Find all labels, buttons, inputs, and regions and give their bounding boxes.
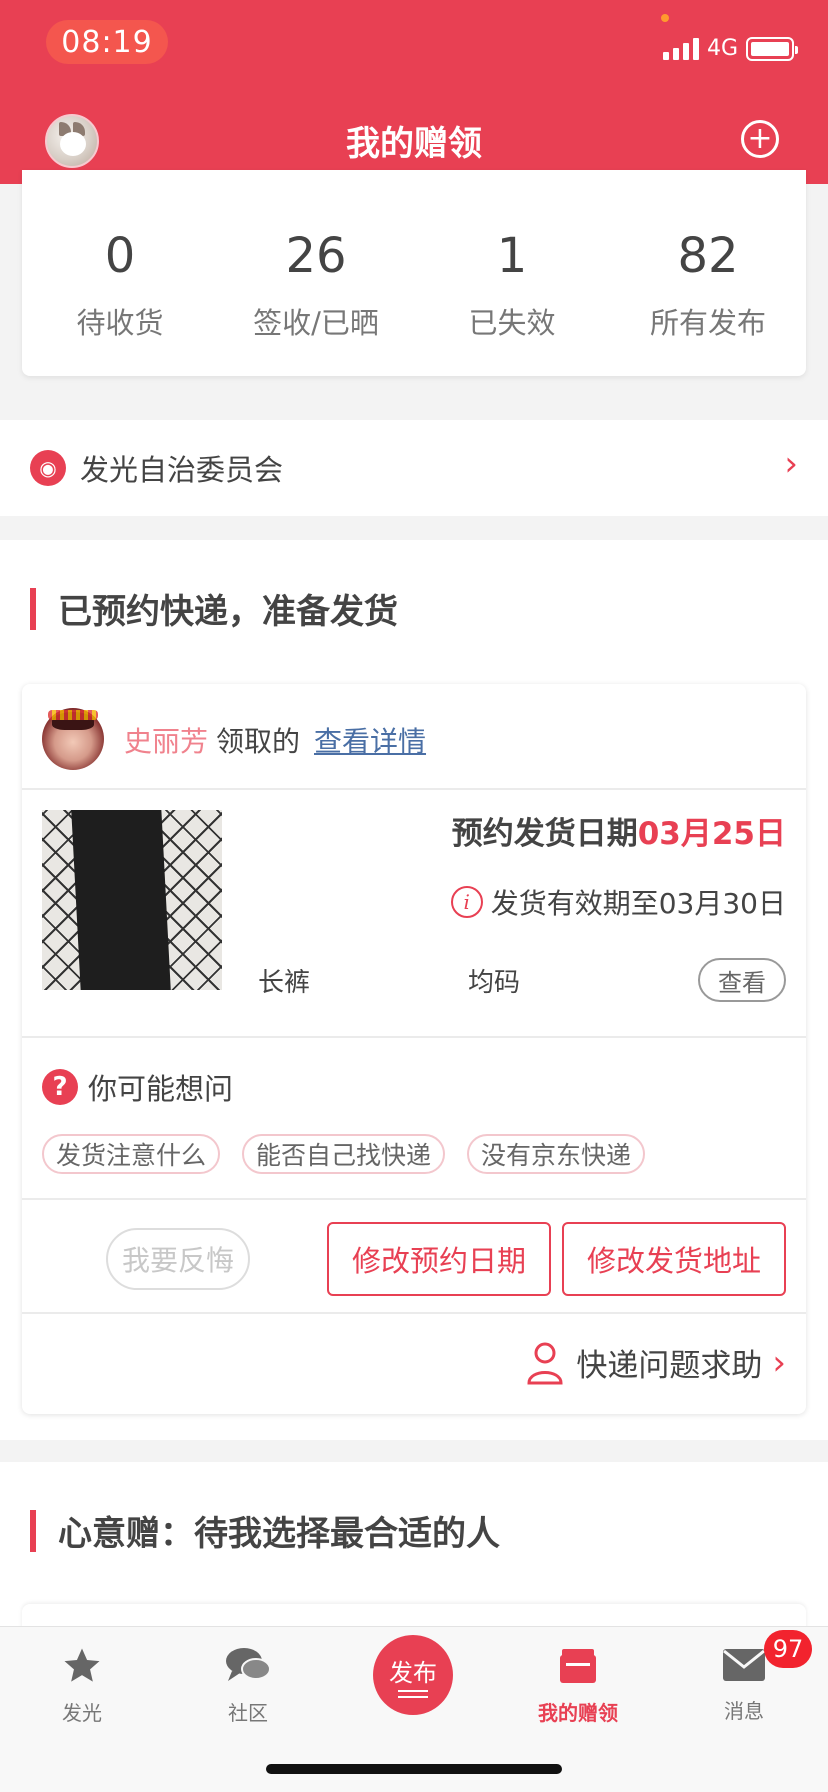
change-date-button[interactable]: 修改预约日期 bbox=[327, 1222, 551, 1296]
product-name: 长裤 bbox=[258, 968, 311, 998]
committee-label: 发光自治委员会 bbox=[80, 453, 284, 487]
person-icon bbox=[527, 1342, 563, 1384]
privacy-indicator-dot bbox=[661, 14, 669, 22]
stat-signed-shared[interactable]: 26 签收/已晒 bbox=[218, 232, 414, 376]
divider bbox=[22, 1312, 806, 1314]
network-label: 4G bbox=[706, 36, 738, 61]
plus-circle-icon[interactable]: + bbox=[741, 120, 779, 158]
stat-label: 待收货 bbox=[76, 306, 164, 340]
publish-button[interactable]: 发布 bbox=[373, 1635, 453, 1715]
view-details-link[interactable]: 查看详情 bbox=[314, 720, 426, 760]
view-button[interactable]: 查看 bbox=[698, 958, 786, 1002]
chevron-right-icon: › bbox=[772, 1342, 786, 1383]
faq-chips: 发货注意什么 能否自己找快递 没有京东快递 bbox=[42, 1134, 646, 1174]
tab-label: 消息 bbox=[724, 1699, 764, 1723]
top-header: 08:19 4G 我的赠领 + bbox=[0, 0, 828, 184]
stat-pending-receipt[interactable]: 0 待收货 bbox=[22, 232, 218, 376]
tab-label: 我的赠领 bbox=[538, 1701, 618, 1725]
divider bbox=[22, 788, 806, 790]
stats-card: 0 待收货 26 签收/已晒 1 已失效 82 所有发布 bbox=[22, 170, 806, 376]
tab-label: 发光 bbox=[62, 1701, 102, 1725]
section-title: 已预约快递，准备发货 bbox=[30, 584, 398, 633]
order-card: 史丽芳 领取的 查看详情 预约发货日期03月25日 i 发货有效期至03月30日… bbox=[22, 684, 806, 1414]
product-image[interactable] bbox=[42, 810, 222, 990]
receiver-avatar[interactable] bbox=[42, 708, 104, 770]
stat-value: 0 bbox=[104, 228, 136, 284]
committee-row[interactable]: ◉ 发光自治委员会 › bbox=[0, 420, 828, 516]
info-icon: i bbox=[450, 886, 483, 918]
product-size: 均码 bbox=[468, 968, 521, 998]
section-title: 心意赠：待我选择最合适的人 bbox=[30, 1506, 500, 1555]
section-accent-bar bbox=[30, 587, 36, 630]
stat-value: 1 bbox=[496, 228, 528, 284]
home-indicator[interactable] bbox=[266, 1764, 562, 1774]
faq-chip[interactable]: 没有京东快递 bbox=[467, 1134, 646, 1174]
star-icon bbox=[64, 1648, 100, 1682]
status-icons: 4G bbox=[662, 36, 798, 61]
stat-label: 所有发布 bbox=[649, 306, 766, 340]
valid-until-text: 发货有效期至03月30日 bbox=[490, 887, 786, 920]
ship-date-label: 预约发货日期 bbox=[451, 816, 638, 852]
chevron-right-icon: › bbox=[784, 444, 798, 484]
question-icon: ? bbox=[42, 1069, 78, 1105]
publish-icon bbox=[398, 1689, 428, 1698]
stat-label: 签收/已晒 bbox=[253, 306, 379, 340]
divider bbox=[22, 1036, 806, 1038]
stat-all-published[interactable]: 82 所有发布 bbox=[610, 232, 806, 376]
receiver-name[interactable]: 史丽芳 bbox=[124, 720, 208, 760]
stat-value: 26 bbox=[285, 228, 347, 284]
message-badge: 97 bbox=[764, 1630, 812, 1668]
ship-date-value: 03月25日 bbox=[637, 816, 786, 852]
envelope-icon bbox=[723, 1649, 765, 1681]
signal-icon bbox=[662, 37, 699, 60]
committee-icon: ◉ bbox=[30, 450, 66, 486]
section-title-text: 心意赠：待我选择最合适的人 bbox=[58, 1514, 500, 1554]
faq-title: 你可能想问 bbox=[88, 1072, 234, 1106]
section-accent-bar bbox=[30, 1509, 36, 1552]
taken-text: 领取的 bbox=[216, 725, 301, 758]
regret-button[interactable]: 我要反悔 bbox=[106, 1228, 250, 1290]
battery-icon bbox=[746, 36, 798, 61]
change-address-button[interactable]: 修改发货地址 bbox=[562, 1222, 786, 1296]
tab-my-gifts[interactable]: 我的赠领 bbox=[528, 1645, 628, 1726]
tab-community[interactable]: 社区 bbox=[198, 1645, 298, 1726]
faq-chip[interactable]: 能否自己找快递 bbox=[242, 1134, 446, 1174]
section-title-text: 已预约快递，准备发货 bbox=[58, 592, 398, 632]
status-time: 08:19 bbox=[46, 20, 168, 64]
faq-chip[interactable]: 发货注意什么 bbox=[42, 1134, 221, 1174]
tab-label: 社区 bbox=[228, 1701, 268, 1725]
shipping-help-label: 快递问题求助 bbox=[576, 1348, 763, 1384]
page-title: 我的赠领 bbox=[346, 124, 482, 164]
ship-date: 预约发货日期03月25日 bbox=[452, 808, 786, 853]
stat-label: 已失效 bbox=[468, 306, 556, 340]
faq-header: ? 你可能想问 bbox=[42, 1066, 233, 1108]
chat-bubbles-icon bbox=[226, 1648, 271, 1681]
tab-glow[interactable]: 发光 bbox=[32, 1645, 132, 1726]
divider bbox=[22, 1198, 806, 1200]
valid-until: i 发货有效期至03月30日 bbox=[450, 882, 786, 922]
gift-box-icon bbox=[560, 1649, 596, 1683]
publish-label: 发布 bbox=[389, 1658, 437, 1687]
shipping-help-row[interactable]: 快递问题求助 › bbox=[526, 1340, 786, 1385]
stat-expired[interactable]: 1 已失效 bbox=[414, 232, 610, 376]
stat-value: 82 bbox=[677, 228, 739, 284]
